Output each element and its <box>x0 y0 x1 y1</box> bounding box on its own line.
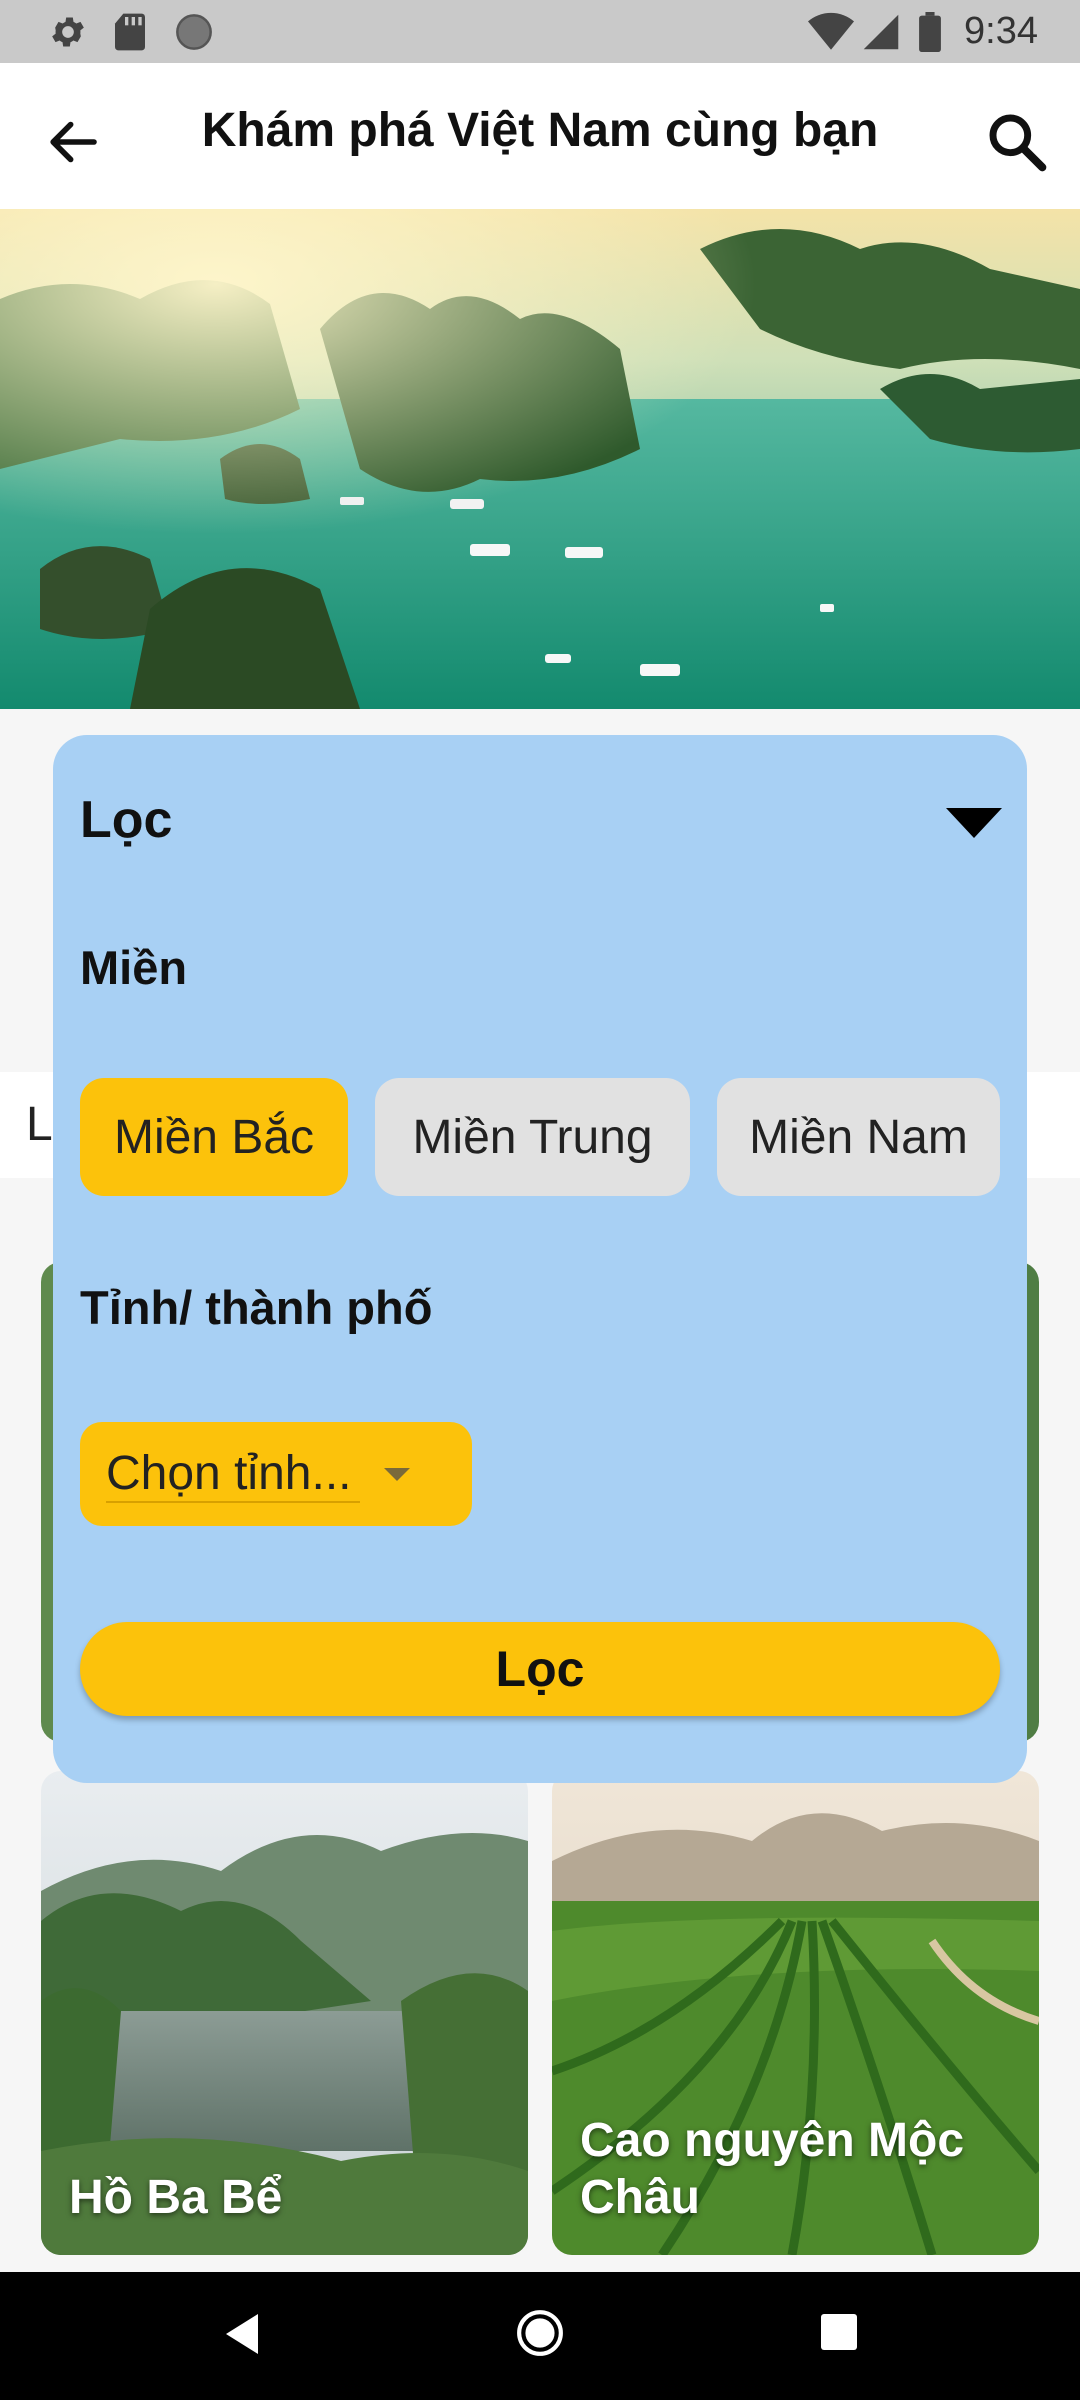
destination-card-cao-nguyen-moc-chau[interactable]: Cao nguyên Mộc Châu <box>552 1771 1039 2255</box>
background-tab-text: L <box>26 1098 53 1151</box>
app-bar: Khám phá Việt Nam cùng bạn <box>0 63 1080 209</box>
region-chip-mien-trung[interactable]: Miền Trung <box>375 1078 690 1196</box>
card-label: Cao nguyên Mộc Châu <box>580 2113 965 2225</box>
status-bar: 9:34 <box>0 0 1080 63</box>
region-chip-mien-nam[interactable]: Miền Nam <box>717 1078 1000 1196</box>
nav-back-icon[interactable] <box>222 2312 262 2356</box>
system-nav-bar <box>0 2272 1080 2400</box>
dropdown-arrow-icon <box>384 1467 410 1481</box>
search-button[interactable] <box>974 99 1060 185</box>
region-label: Miền <box>80 941 188 994</box>
status-time: 9:34 <box>964 10 1038 52</box>
region-chip-mien-bac[interactable]: Miền Bắc <box>80 1078 348 1196</box>
province-label: Tỉnh/ thành phố <box>80 1281 433 1334</box>
hero-image <box>0 209 1080 709</box>
filter-panel-title: Lọc <box>80 791 173 849</box>
sd-card-icon <box>115 13 145 51</box>
nav-recents-icon[interactable] <box>821 2314 857 2350</box>
destination-card-ho-ba-be[interactable]: Hồ Ba Bể <box>41 1771 528 2255</box>
circle-notification-icon <box>176 14 212 50</box>
filter-submit-button[interactable]: Lọc <box>80 1622 1000 1716</box>
province-dropdown-value: Chọn tỉnh... <box>106 1446 360 1503</box>
province-dropdown[interactable]: Chọn tỉnh... <box>80 1422 472 1526</box>
search-icon <box>989 114 1047 172</box>
nav-home-icon[interactable] <box>515 2308 565 2358</box>
battery-icon <box>919 12 941 52</box>
card-label: Hồ Ba Bể <box>69 2171 283 2225</box>
wifi-icon <box>808 12 854 50</box>
settings-gear-icon <box>52 17 84 47</box>
cell-signal-icon <box>863 14 899 50</box>
collapse-caret-icon[interactable] <box>946 806 1002 838</box>
page-title: Khám phá Việt Nam cùng bạn <box>201 104 879 157</box>
